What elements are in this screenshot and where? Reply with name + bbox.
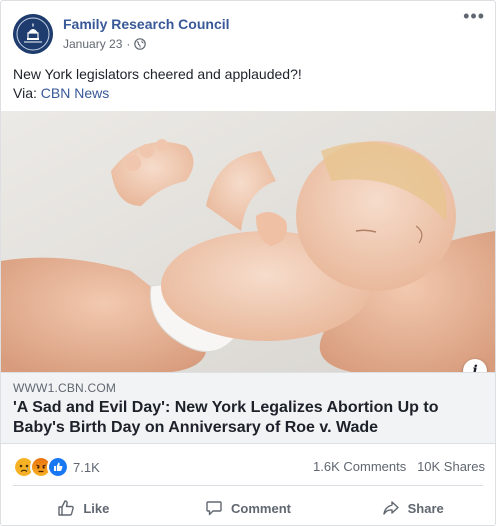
via-line: Via: CBN News: [13, 84, 483, 103]
thumbs-up-icon: [58, 500, 75, 516]
via-link[interactable]: CBN News: [41, 85, 109, 101]
like-label: Like: [83, 500, 110, 516]
link-domain: WWW1.CBN.COM: [13, 381, 117, 395]
capitol-logo-icon: [13, 14, 53, 54]
comment-icon: [206, 501, 222, 516]
reaction-count[interactable]: 7.1K: [73, 460, 100, 475]
post-actions: Like Comment Share: [1, 491, 495, 525]
actions-divider: [13, 485, 483, 486]
comment-button[interactable]: Comment: [166, 491, 331, 525]
post-header: Family Research Council January 23 · •••: [1, 1, 495, 59]
share-label: Share: [407, 500, 444, 516]
link-preview-box[interactable]: WWW1.CBN.COM 'A Sad and Evil Day': New Y…: [1, 372, 495, 444]
link-preview-image[interactable]: [1, 111, 495, 372]
post-date[interactable]: January 23: [63, 37, 122, 51]
share-button[interactable]: Share: [330, 491, 495, 525]
page-avatar[interactable]: [13, 14, 53, 54]
globe-icon[interactable]: [134, 38, 147, 50]
like-reaction-icon: [47, 456, 69, 478]
via-label: Via:: [13, 85, 37, 101]
newborn-baby-photo: [1, 111, 495, 372]
more-options-icon[interactable]: •••: [463, 7, 485, 25]
post-meta: January 23 ·: [63, 37, 147, 51]
page-name-link[interactable]: Family Research Council: [63, 16, 230, 32]
like-button[interactable]: Like: [1, 491, 166, 525]
comments-count[interactable]: 1.6K Comments: [313, 459, 406, 474]
share-arrow-icon: [382, 501, 399, 515]
post-stats: 7.1K 1.6K Comments 10K Shares: [1, 452, 495, 478]
engagement-counts: 1.6K Comments 10K Shares: [313, 459, 485, 474]
facebook-post: Family Research Council January 23 · •••…: [0, 0, 496, 526]
comment-label: Comment: [231, 500, 291, 516]
post-message: New York legislators cheered and applaud…: [13, 66, 302, 82]
shares-count[interactable]: 10K Shares: [417, 459, 485, 474]
meta-separator: ·: [126, 37, 131, 51]
post-text: New York legislators cheered and applaud…: [13, 65, 483, 103]
reactions-summary[interactable]: 7.1K: [13, 456, 100, 478]
link-headline[interactable]: 'A Sad and Evil Day': New York Legalizes…: [13, 398, 483, 438]
